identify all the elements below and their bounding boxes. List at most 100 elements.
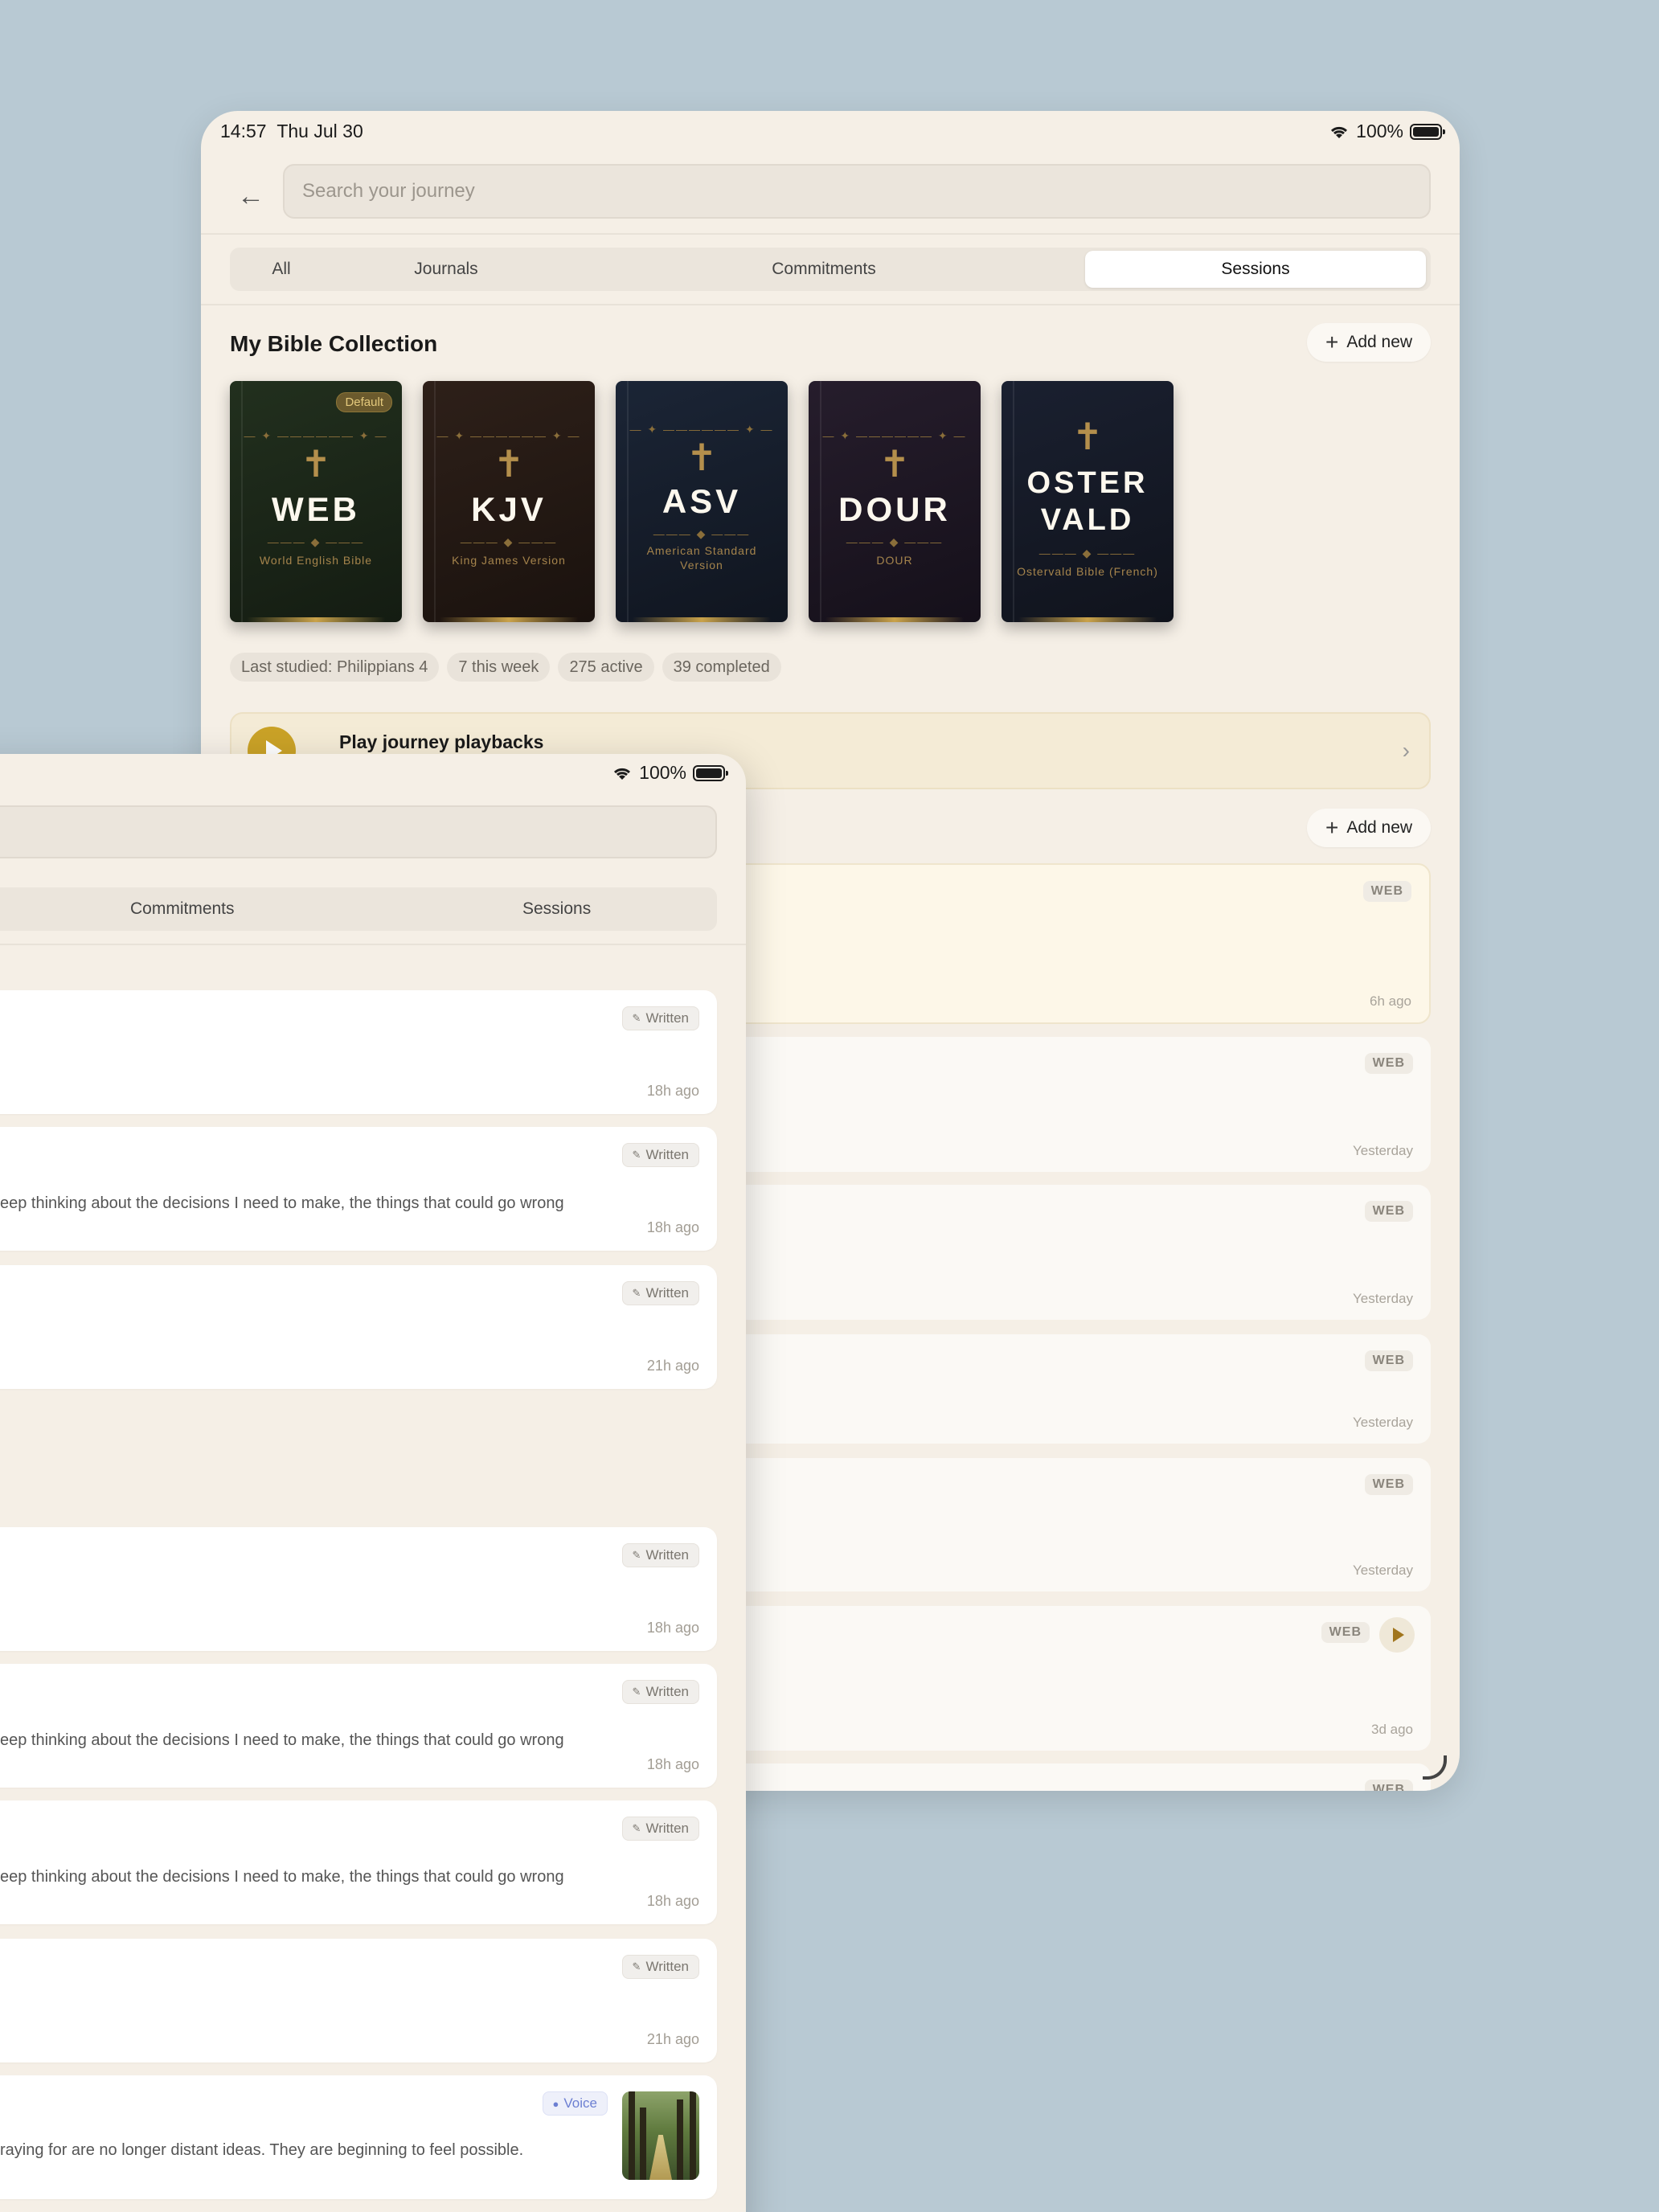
play-icon[interactable]	[1379, 1617, 1415, 1653]
back-arrow-icon[interactable]: ←	[235, 180, 267, 212]
status-bar: 14:57 Thu Jul 30 100%	[201, 111, 1460, 151]
resize-handle-icon[interactable]	[1423, 1755, 1447, 1780]
pencil-icon: ✎	[632, 1822, 641, 1834]
tab-sessions[interactable]: Sessions	[522, 899, 591, 919]
entry-thumbnail	[622, 2091, 699, 2180]
journal-entry[interactable]: ✎ Written eep thinking about the decision…	[0, 1127, 717, 1251]
filter-tabs: Commitments Sessions	[0, 887, 717, 931]
bible-card-dour[interactable]: — ✦ —————— ✦ — ✝ DOUR ——— ◆ ——— DOUR	[809, 381, 981, 622]
divider	[201, 304, 1460, 305]
bible-full-name: American Standard Version	[646, 544, 757, 571]
ornament: — ✦ —————— ✦ —	[436, 429, 581, 442]
bible-card-asv[interactable]: — ✦ —————— ✦ — ✝ ASV ——— ◆ ——— American …	[616, 381, 788, 622]
entry-snippet: eep thinking about the decisions I need …	[0, 1194, 564, 1212]
journal-entry[interactable]: ✎ Written eep thinking about the decision…	[0, 1800, 717, 1924]
bible-full-name: Ostervald Bible (French)	[1017, 565, 1158, 578]
chevron-right-icon: ›	[1402, 738, 1410, 763]
front-tablet-window: 100% Commitments Sessions ✎ Written 18h a…	[0, 754, 746, 2212]
journal-entry[interactable]: ✎ Written 21h ago	[0, 1939, 717, 2062]
cross-icon: ✝	[879, 443, 911, 485]
bible-abbr: ASV	[662, 482, 742, 520]
wifi-icon	[1331, 126, 1348, 138]
default-badge: Default	[336, 392, 392, 412]
journal-entry[interactable]: ✎ Written 18h ago	[0, 1527, 717, 1651]
ornament: — ✦ —————— ✦ —	[822, 429, 967, 442]
divider	[201, 233, 1460, 235]
entry-snippet: eep thinking about the decisions I need …	[0, 1731, 564, 1749]
battery-percent: 100%	[1356, 121, 1403, 141]
version-badge: WEB	[1364, 1201, 1413, 1222]
bible-full-name: DOUR	[876, 554, 913, 567]
stat-this-week: 7 this week	[447, 653, 551, 682]
journal-entry[interactable]: ✎ Written eep thinking about the decision…	[0, 1664, 717, 1788]
divider	[0, 944, 746, 945]
journal-entry[interactable]: ● Voice raying for are no longer distant …	[0, 2075, 717, 2199]
session-time: Yesterday	[1353, 1143, 1413, 1158]
written-badge: ✎ Written	[621, 1543, 699, 1567]
entry-time: 18h ago	[646, 1219, 699, 1235]
entry-time: 18h ago	[646, 1083, 699, 1099]
stat-last-studied: Last studied: Philippians 4	[230, 653, 440, 682]
written-badge: ✎ Written	[621, 1955, 699, 1979]
status-time: 14:57 Thu Jul 30	[220, 121, 363, 141]
written-badge: ✎ Written	[621, 1281, 699, 1305]
bible-full-name: World English Bible	[259, 554, 373, 567]
cross-icon: ✝	[300, 443, 332, 485]
tab-commitments[interactable]: Commitments	[130, 899, 235, 919]
search-input[interactable]	[0, 805, 717, 858]
version-badge: WEB	[1364, 1053, 1413, 1074]
entry-time: 18h ago	[646, 1620, 699, 1636]
ornament: ——— ◆ ———	[460, 535, 558, 548]
written-badge: ✎ Written	[621, 1006, 699, 1030]
entry-time: 18h ago	[646, 1893, 699, 1909]
plus-icon: +	[1325, 815, 1339, 840]
bible-card-kjv[interactable]: — ✦ —————— ✦ — ✝ KJV ——— ◆ ——— King Jame…	[423, 381, 595, 622]
entry-time: 21h ago	[646, 1358, 699, 1374]
pencil-icon: ✎	[632, 1686, 641, 1698]
status-right: 100%	[1329, 121, 1445, 142]
bible-collection: Default — ✦ —————— ✦ — ✝ WEB ——— ◆ ——— W…	[230, 381, 1174, 622]
version-badge: WEB	[1364, 1780, 1413, 1791]
battery-icon	[1410, 123, 1445, 140]
bible-card-ostervald[interactable]: ✝ OSTER VALD ——— ◆ ——— Ostervald Bible (…	[1002, 381, 1174, 622]
entry-snippet: raying for are no longer distant ideas. …	[0, 2141, 524, 2159]
pencil-icon: ✎	[632, 1287, 641, 1299]
search-input[interactable]: Search your journey	[283, 164, 1431, 219]
entry-time: 21h ago	[646, 2031, 699, 2047]
playback-label: Play journey playbacks	[339, 731, 544, 752]
pencil-icon: ✎	[632, 1549, 641, 1561]
pencil-icon: ✎	[632, 1960, 641, 1972]
bible-abbr: WEB	[272, 490, 360, 528]
plus-icon: +	[1325, 330, 1339, 354]
stat-completed: 39 completed	[662, 653, 781, 682]
journal-entry[interactable]: ✎ Written 18h ago	[0, 990, 717, 1114]
session-time: 6h ago	[1370, 993, 1411, 1009]
journal-entry[interactable]: ✎ Written 21h ago	[0, 1265, 717, 1389]
tab-all[interactable]: All	[233, 251, 330, 288]
ornament: ——— ◆ ———	[267, 535, 365, 548]
ornament: — ✦ —————— ✦ —	[244, 429, 388, 442]
entry-time: 18h ago	[646, 1756, 699, 1772]
tab-sessions[interactable]: Sessions	[1085, 251, 1426, 288]
add-bible-button[interactable]: + Add new	[1307, 323, 1431, 362]
filter-tabs: All Journals Commitments Sessions	[230, 248, 1431, 291]
cross-icon: ✝	[493, 443, 525, 485]
battery-percent: 100%	[639, 762, 686, 783]
bible-abbr: DOUR	[838, 490, 951, 528]
version-badge: WEB	[1321, 1622, 1370, 1643]
tab-journals[interactable]: Journals	[330, 251, 563, 288]
written-badge: ✎ Written	[621, 1817, 699, 1841]
written-badge: ✎ Written	[621, 1143, 699, 1167]
bible-full-name: King James Version	[452, 554, 566, 567]
entry-snippet: eep thinking about the decisions I need …	[0, 1868, 564, 1886]
bible-abbr: OSTER VALD	[1026, 466, 1149, 537]
study-stats: Last studied: Philippians 4 7 this week …	[230, 653, 781, 682]
pencil-icon: ✎	[632, 1149, 641, 1161]
session-time: Yesterday	[1353, 1415, 1413, 1430]
tab-commitments[interactable]: Commitments	[563, 251, 1085, 288]
bible-card-web[interactable]: Default — ✦ —————— ✦ — ✝ WEB ——— ◆ ——— W…	[230, 381, 402, 622]
ornament: ——— ◆ ———	[1038, 547, 1137, 559]
pencil-icon: ✎	[632, 1012, 641, 1024]
ornament: ——— ◆ ———	[846, 535, 944, 548]
add-session-button[interactable]: + Add new	[1307, 809, 1431, 847]
